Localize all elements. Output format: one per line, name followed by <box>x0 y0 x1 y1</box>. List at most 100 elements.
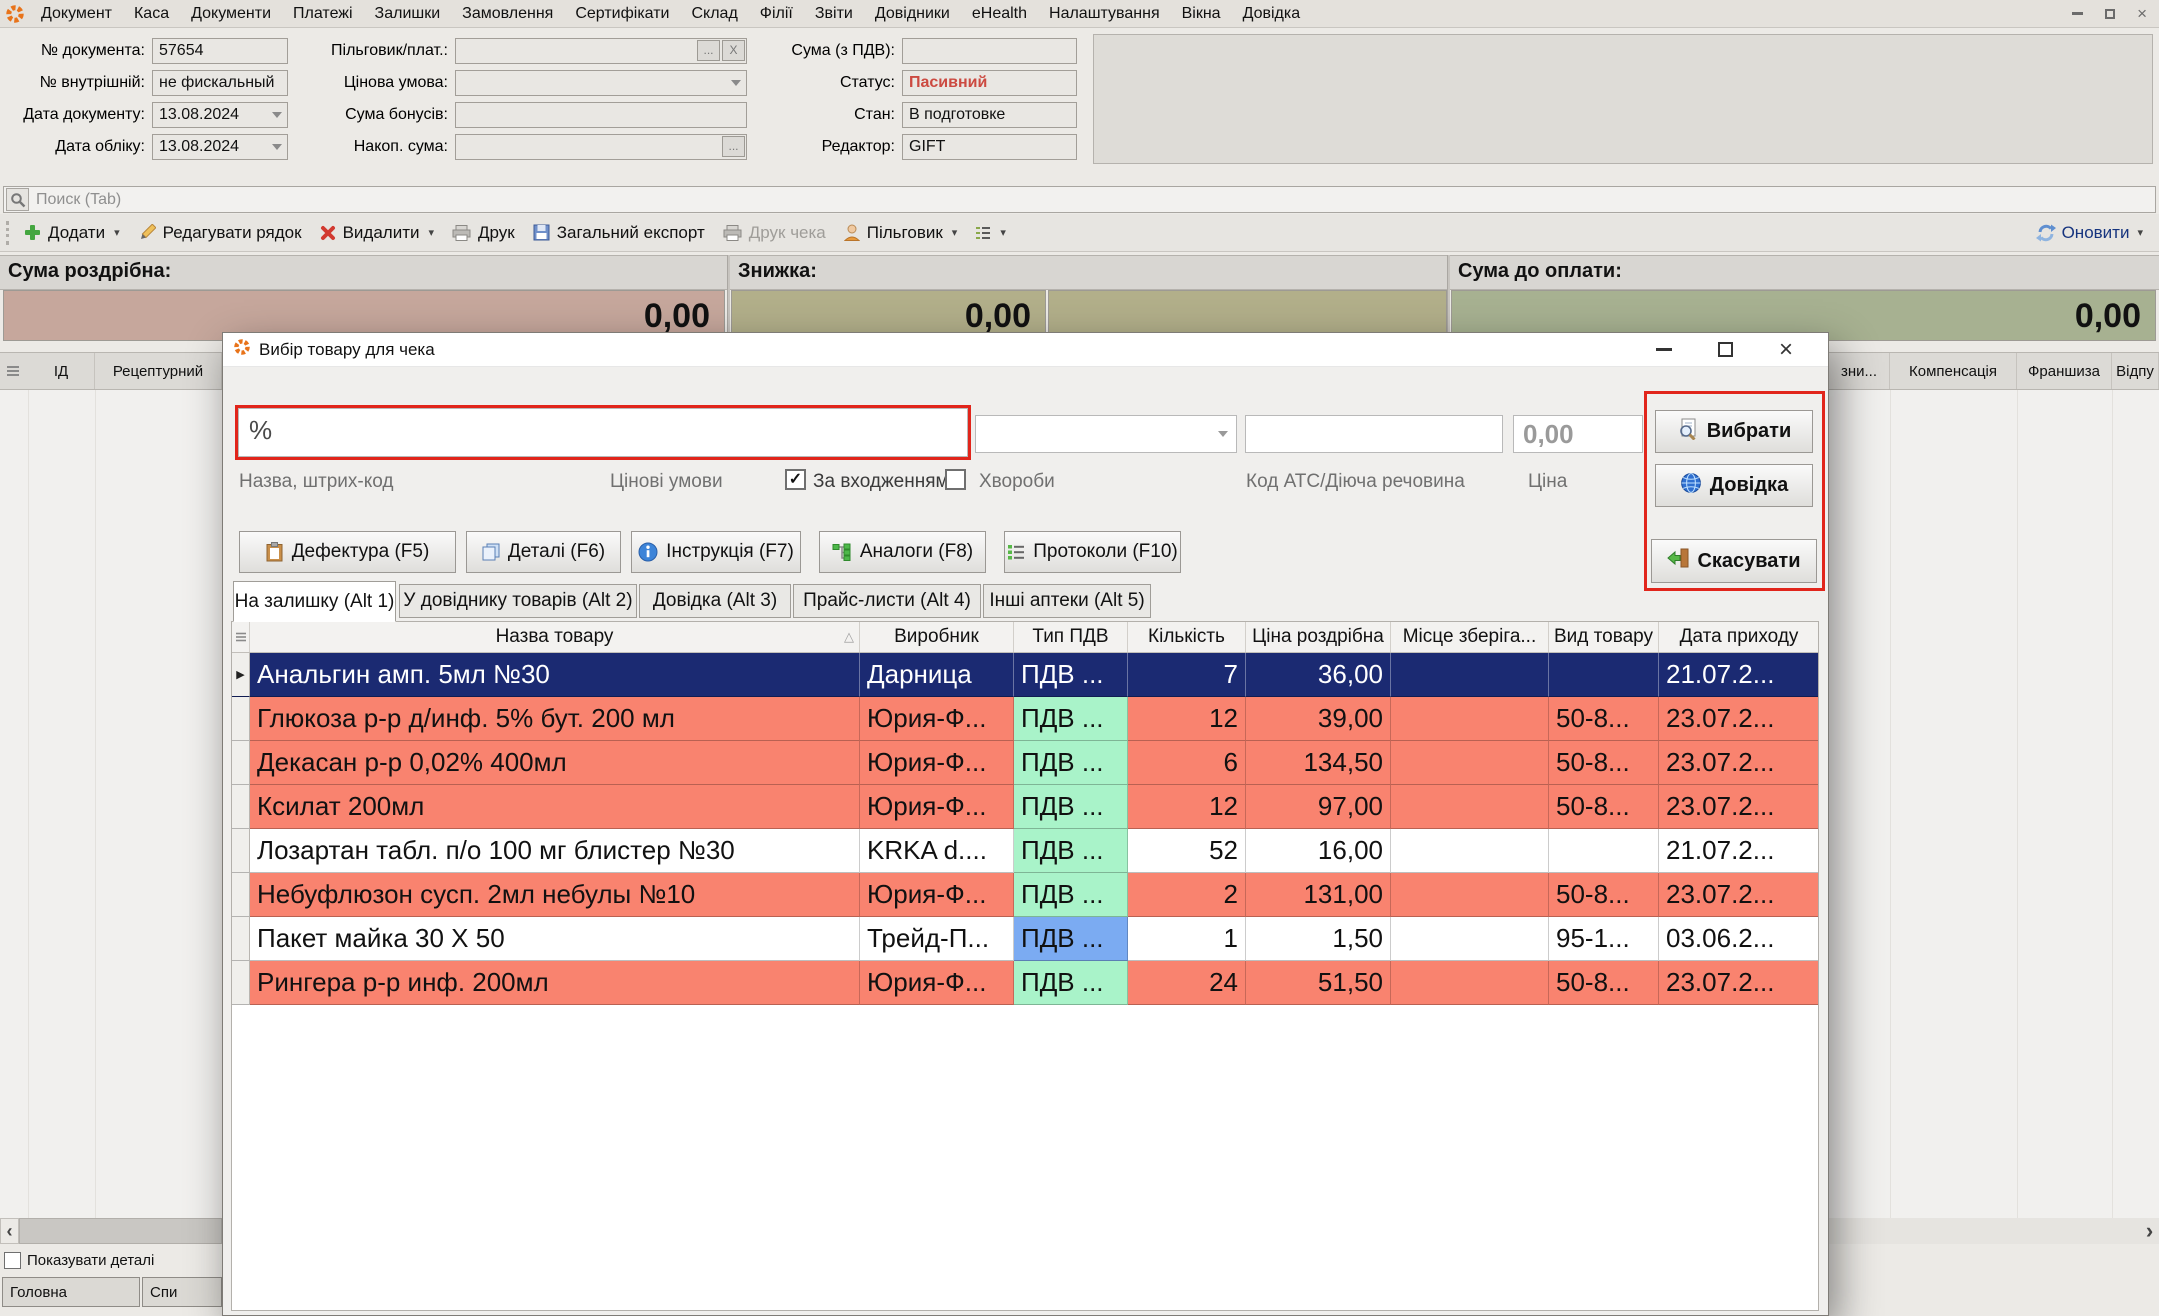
column-header-7[interactable]: Вид товару <box>1549 622 1659 652</box>
dialog-close-icon[interactable]: × <box>1779 342 1793 358</box>
product-grid: Назва товару△ВиробникТип ПДВКількістьЦін… <box>231 621 1819 1311</box>
toolbar-drag-handle <box>6 221 9 245</box>
name-cell: Лозартан табл. п/о 100 мг блистер №30 <box>250 829 860 873</box>
product-row[interactable]: Ксилат 200млЮрия-Ф...ПДВ ...1297,0050-8.… <box>232 785 1818 829</box>
column-header-8[interactable]: Дата приходу <box>1659 622 1819 652</box>
search-placeholder: Поиск (Tab) <box>36 191 121 209</box>
view-list-button[interactable]: ▾ <box>966 221 1015 245</box>
dialog-tab-5[interactable]: Інші аптеки (Alt 5) <box>983 584 1151 618</box>
column-header-5[interactable]: Ціна роздрібна <box>1246 622 1391 652</box>
price-terms-select[interactable] <box>975 415 1237 453</box>
bg-column-header[interactable]: Франшиза <box>2017 353 2112 389</box>
column-header-6[interactable]: Місце зберіга... <box>1391 622 1549 652</box>
vat-cell: ПДВ ... <box>1014 829 1128 873</box>
by-entry-label: За входженням <box>813 471 949 493</box>
form-field-label: Редактор: <box>595 134 895 160</box>
kind-cell: 95-1... <box>1549 917 1659 961</box>
form-field-input[interactable]: Пасивний <box>902 70 1077 96</box>
cancel-button[interactable]: Скасувати <box>1651 539 1817 583</box>
product-row[interactable]: Пакет майка 30 Х 50Трейд-П...ПДВ ...11,5… <box>232 917 1818 961</box>
form-field-input[interactable]: GIFT <box>902 134 1077 160</box>
function-button-2[interactable]: Деталі (F6) <box>466 531 621 573</box>
storage-cell <box>1391 697 1549 741</box>
column-header-2[interactable]: Виробник <box>860 622 1014 652</box>
scroll-left-button[interactable]: ‹ <box>0 1218 19 1244</box>
product-row[interactable]: ▶Анальгин амп. 5мл №30ДарницаПДВ ...736,… <box>232 653 1818 697</box>
dropdown-arrow-icon: ▾ <box>114 226 120 239</box>
dialog-minimize-icon[interactable] <box>1656 348 1672 351</box>
function-button-4[interactable]: Аналоги (F8) <box>819 531 986 573</box>
help-button[interactable]: Довідка <box>1655 464 1813 507</box>
dialog-tab-3[interactable]: Довідка (Alt 3) <box>639 584 791 618</box>
dialog-tab-4[interactable]: Прайс-листи (Alt 4) <box>793 584 981 618</box>
form-field-label: Сума (з ПДВ): <box>595 38 895 64</box>
function-button-3[interactable]: Інструкція (F7) <box>631 531 801 573</box>
refresh-button[interactable]: Оновити▾ <box>2036 223 2153 243</box>
bottom-tab-main[interactable]: Головна <box>2 1277 140 1307</box>
sum-to-pay-label: Сума до оплати: <box>1458 260 1622 283</box>
price-cell: 97,00 <box>1246 785 1391 829</box>
column-header-3[interactable]: Тип ПДВ <box>1014 622 1128 652</box>
bg-column-header[interactable]: Відпу <box>2112 353 2159 389</box>
dialog-tab-1[interactable]: На залишку (Alt 1) <box>233 581 396 622</box>
storage-cell <box>1391 741 1549 785</box>
beneficiary-button[interactable]: Пільговик▾ <box>835 218 967 248</box>
column-header-4[interactable]: Кількість <box>1128 622 1246 652</box>
dropdown-arrow-icon: ▾ <box>429 226 435 239</box>
row-marker-cell <box>232 873 250 917</box>
print-button[interactable]: Друк <box>443 218 524 248</box>
product-row[interactable]: Рингера р-р инф. 200млЮрия-Ф...ПДВ ...24… <box>232 961 1818 1005</box>
form-field-input[interactable]: В подготовке <box>902 102 1077 128</box>
vat-cell: ПДВ ... <box>1014 785 1128 829</box>
dialog-maximize-icon[interactable] <box>1718 342 1733 357</box>
atc-code-input[interactable] <box>1245 415 1503 453</box>
date-cell: 23.07.2... <box>1659 697 1819 741</box>
xmark-icon <box>320 225 336 241</box>
diseases-checkbox[interactable] <box>945 469 966 490</box>
dialog-tab-2[interactable]: У довіднику товарів (Alt 2) <box>399 584 637 618</box>
show-details-checkbox[interactable] <box>4 1252 21 1269</box>
atc-caption: Код АТС/Діюча речовина <box>1246 471 1465 493</box>
form-field[interactable]: Пасивний <box>902 70 1077 96</box>
add-button[interactable]: Додати▾ <box>15 218 129 248</box>
function-button-label: Інструкція (F7) <box>666 541 794 563</box>
edit-row-button[interactable]: Редагувати рядок <box>129 218 311 248</box>
product-row[interactable]: Небуфлюзон сусп. 2мл небулы №10Юрия-Ф...… <box>232 873 1818 917</box>
scroll-right-button[interactable]: › <box>2140 1218 2159 1244</box>
function-button-1[interactable]: Дефектура (F5) <box>239 531 456 573</box>
product-row[interactable]: Глюкоза р-р д/инф. 5% бут. 200 млЮрия-Ф.… <box>232 697 1818 741</box>
bg-column-header[interactable]: Компенсація <box>1890 353 2017 389</box>
bg-column-header[interactable]: ІД <box>28 353 95 389</box>
product-row[interactable]: Лозартан табл. п/о 100 мг блистер №30KRK… <box>232 829 1818 873</box>
quick-search-bar[interactable]: Поиск (Tab) <box>3 186 2156 213</box>
price-input[interactable]: 0,00 <box>1513 415 1643 453</box>
bg-column-header[interactable]: Рецептурний <box>95 353 222 389</box>
row-marker-cell <box>232 697 250 741</box>
form-field[interactable]: В подготовке <box>902 102 1077 128</box>
pencil-icon <box>138 224 156 242</box>
form-field[interactable] <box>902 38 1077 64</box>
bottom-tab-list[interactable]: Спи <box>142 1277 222 1307</box>
toolbar-button-label: Видалити <box>343 223 420 243</box>
product-row[interactable]: Декасан р-р 0,02% 400млЮрия-Ф...ПДВ ...6… <box>232 741 1818 785</box>
form-field-input[interactable] <box>902 38 1077 64</box>
storage-cell <box>1391 785 1549 829</box>
delete-button[interactable]: Видалити ▾ <box>311 218 443 248</box>
toolbar: Додати▾ Редагувати рядок Видалити ▾ ДрукЗага… <box>0 214 2159 252</box>
exit-door-icon <box>1667 548 1689 574</box>
column-header-1[interactable]: Назва товару△ <box>250 622 860 652</box>
vat-cell: ПДВ ... <box>1014 917 1128 961</box>
scrollbar-thumb[interactable] <box>19 1218 222 1244</box>
by-entry-checkbox[interactable]: ✓ <box>785 469 806 490</box>
form-field[interactable]: GIFT <box>902 134 1077 160</box>
product-search-input[interactable]: % <box>238 408 968 457</box>
export-button[interactable]: Загальний експорт <box>524 218 714 248</box>
select-button[interactable]: Вибрати <box>1655 410 1813 453</box>
function-button-5[interactable]: Протоколи (F10) <box>1004 531 1181 573</box>
printer-icon <box>723 225 742 241</box>
bg-column-header[interactable]: зни... <box>1829 353 1890 389</box>
toolbar-button-label: Редагувати рядок <box>163 223 302 243</box>
dialog-logo-icon <box>234 339 250 360</box>
print-check-button[interactable]: Друк чека <box>714 218 835 248</box>
function-button-label: Протоколи (F10) <box>1033 541 1177 563</box>
